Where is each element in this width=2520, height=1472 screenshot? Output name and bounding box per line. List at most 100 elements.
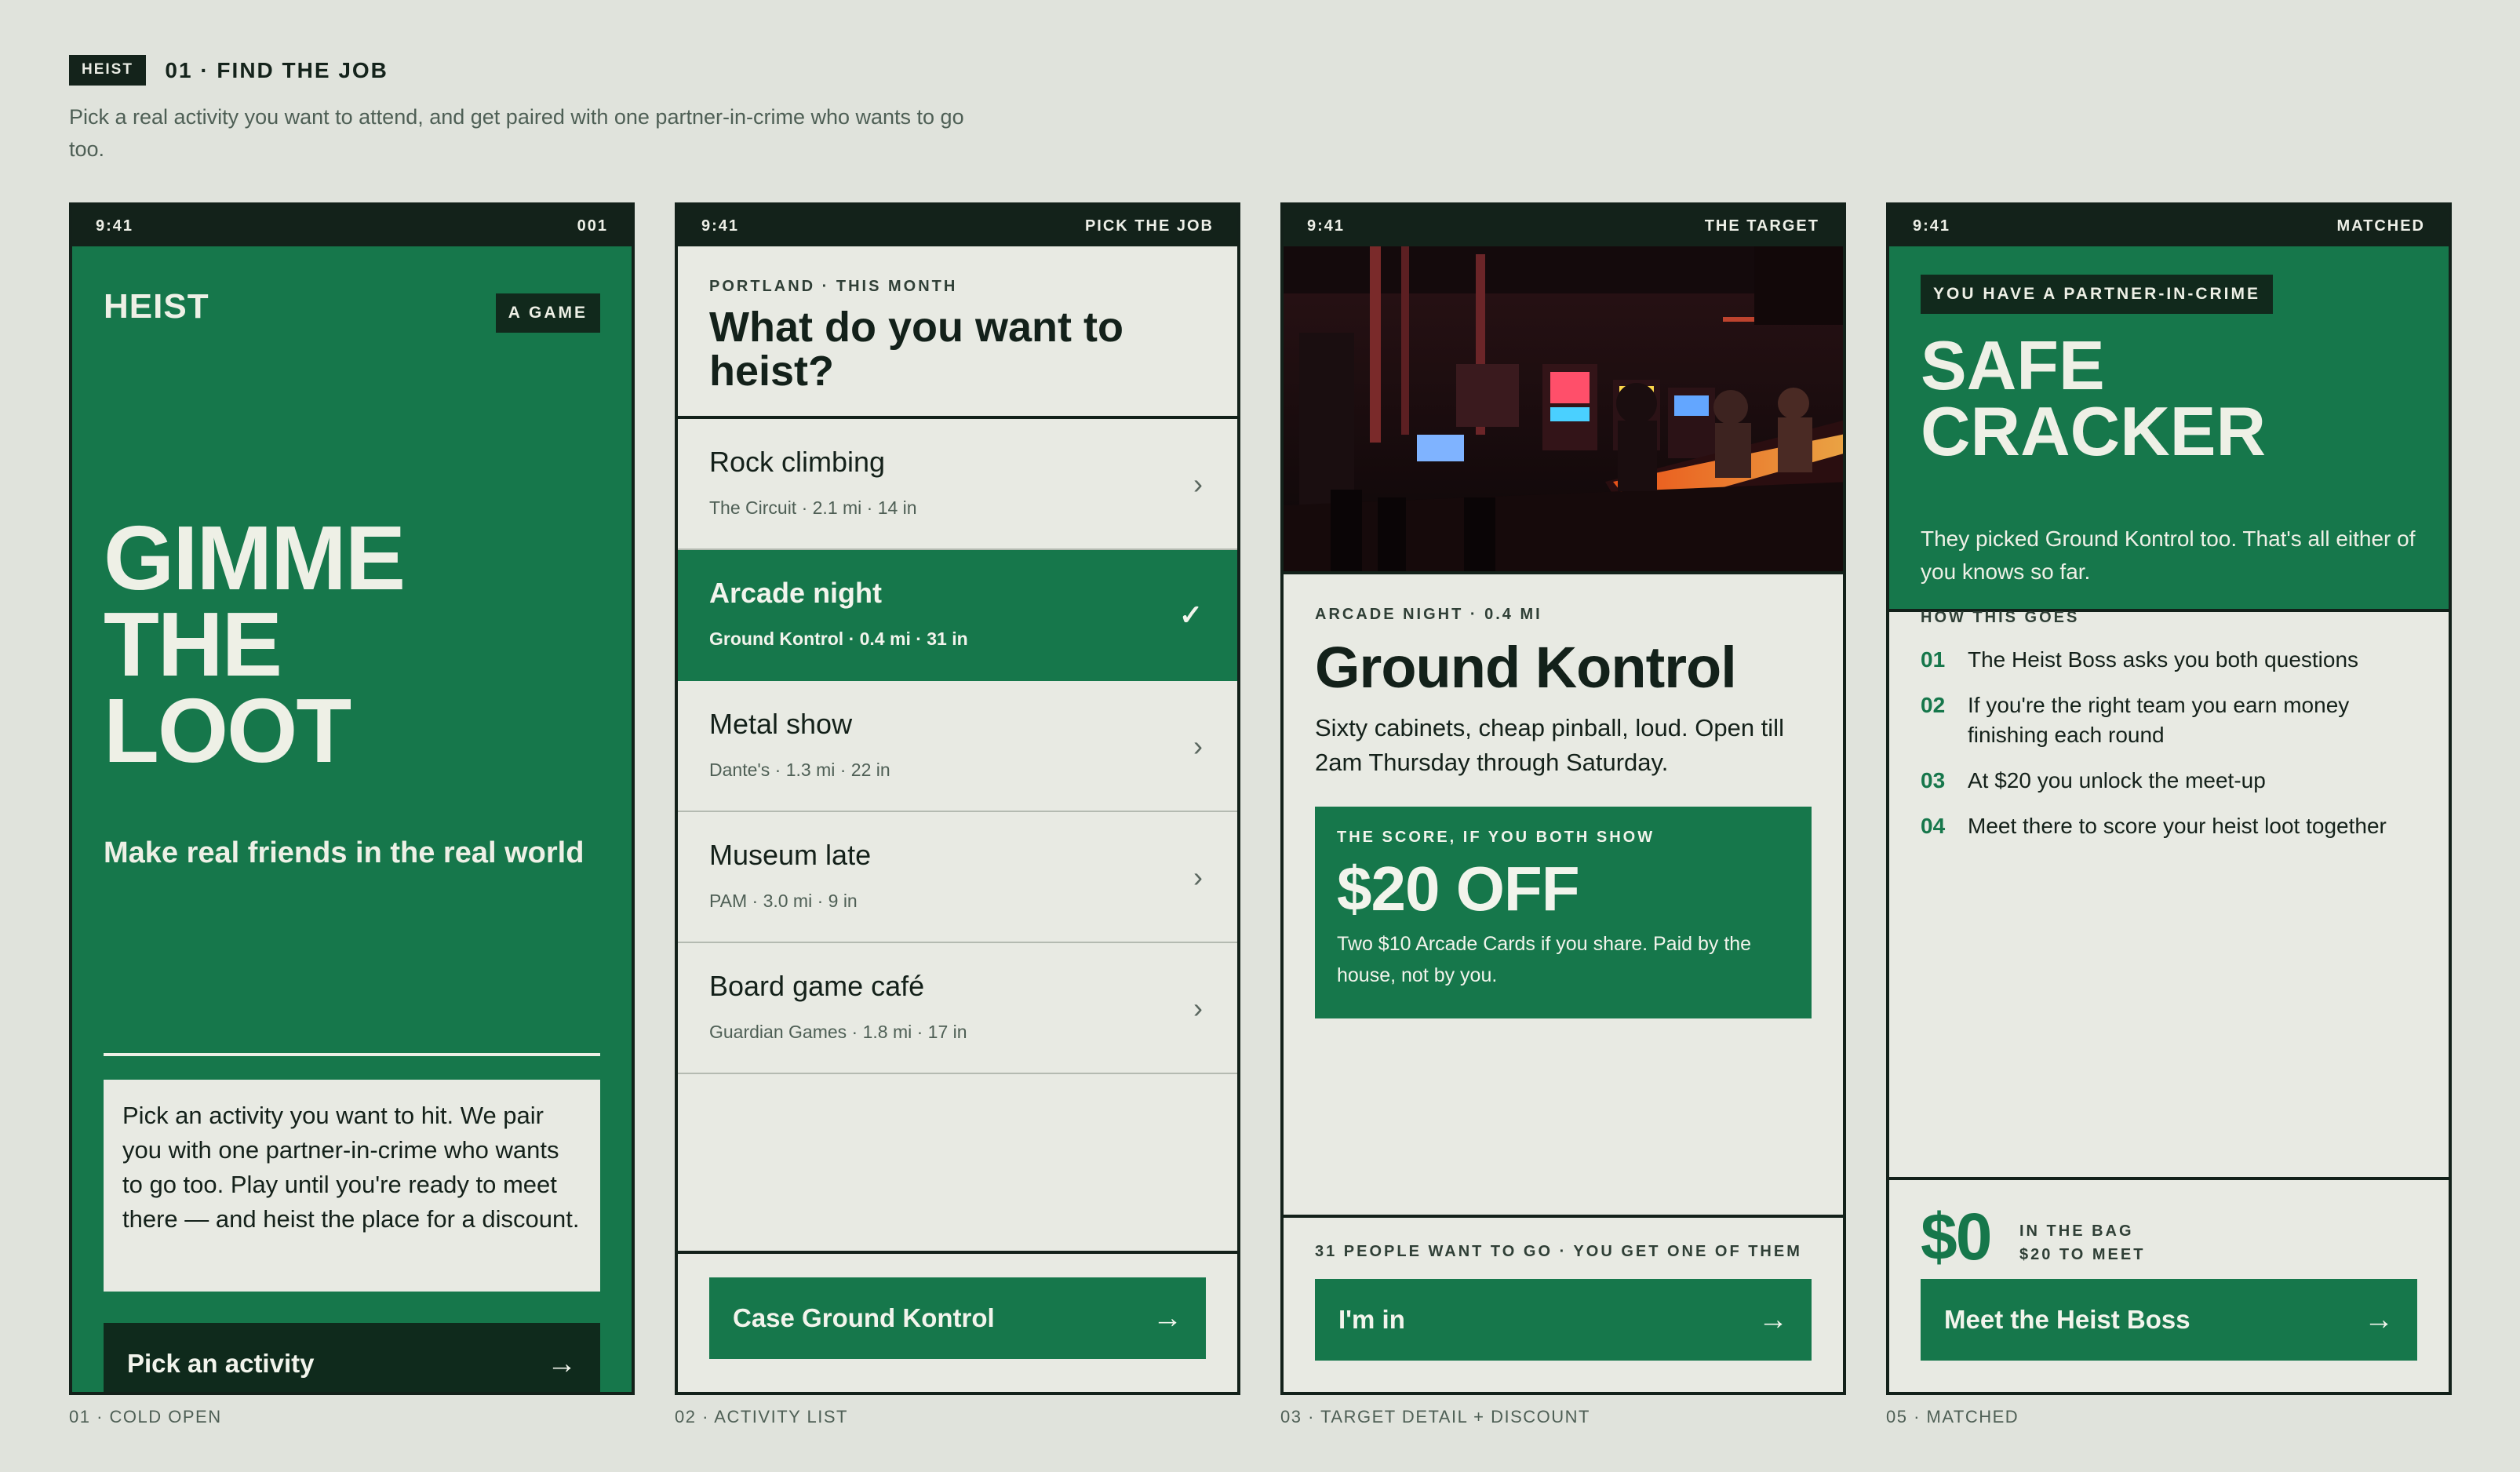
activity-item-board-game-cafe[interactable]: Board game café Guardian Games · 1.8 mi … — [678, 943, 1237, 1074]
venue-description: Sixty cabinets, cheap pinball, loud. Ope… — [1315, 714, 1784, 776]
button-label: Pick an activity — [127, 1349, 315, 1378]
status-label: MATCHED — [2336, 217, 2425, 235]
score-card: THE SCORE, IF YOU BOTH SHOW $20 OFF Two … — [1315, 807, 1812, 1018]
bag-sublabel: $20 TO MEET — [2019, 1246, 2146, 1263]
screen-caption: 01 · COLD OPEN — [69, 1407, 222, 1426]
score-text: Two $10 Arcade Cards if you share. Paid … — [1337, 933, 1752, 986]
step-text: Meet there to score your heist loot toge… — [1968, 814, 2387, 838]
step-number: 04 — [1921, 814, 1946, 838]
activity-title: Museum late — [709, 839, 872, 871]
step-text: At $20 you unlock the meet-up — [1968, 768, 2266, 792]
screen-matched: 9:41 MATCHED YOU HAVE A PARTNER-IN-CRIME… — [1886, 202, 2452, 1395]
partner-badge: YOU HAVE A PARTNER-IN-CRIME — [1921, 275, 2273, 314]
role-title: SAFE CRACKER — [1921, 331, 2266, 470]
status-time: 9:41 — [1307, 217, 1346, 235]
activity-item-museum-late[interactable]: Museum late PAM · 3.0 mi · 9 in › — [678, 812, 1237, 943]
intro-card: Pick an activity you want to hit. We pai… — [104, 1080, 600, 1292]
demand-kicker: 31 PEOPLE WANT TO GO · YOU GET ONE OF TH… — [1315, 1243, 1802, 1260]
screen-caption: 05 · MATCHED — [1886, 1407, 2019, 1426]
hero-title: GIMME THE LOOT — [104, 507, 406, 782]
role-line: CRACKER — [1921, 392, 2266, 470]
location-kicker: PORTLAND · THIS MONTH — [709, 278, 958, 295]
activity-meta: Guardian Games · 1.8 mi · 17 in — [709, 1022, 967, 1042]
list-header: PORTLAND · THIS MONTH What do you want t… — [678, 246, 1237, 419]
pick-activity-button[interactable]: Pick an activity → — [104, 1323, 600, 1392]
step-text: The Heist Boss asks you both questions — [1968, 647, 2359, 672]
status-bar: 9:41 MATCHED — [1889, 206, 2449, 246]
screen-caption: 03 · TARGET DETAIL + DISCOUNT — [1280, 1407, 1590, 1426]
page-header: HEIST 01 · FIND THE JOB Pick a real acti… — [69, 55, 1011, 166]
activity-title: Board game café — [709, 970, 925, 1002]
arcade-interior-illustration — [1284, 246, 1843, 571]
step-number: 03 — [1921, 768, 1946, 792]
screen-cold-open: 9:41 001 HEIST A GAME GIMME THE LOOT Mak… — [69, 202, 635, 1395]
venue-kicker: ARCADE NIGHT · 0.4 MI — [1315, 606, 1542, 623]
score-value: $20 OFF — [1337, 854, 1580, 924]
list-question: What do you want to heist? — [709, 304, 1123, 395]
button-label: I'm in — [1338, 1305, 1405, 1334]
activity-meta: Ground Kontrol · 0.4 mi · 31 in — [709, 629, 968, 649]
target-footer: 31 PEOPLE WANT TO GO · YOU GET ONE OF TH… — [1284, 1215, 1843, 1392]
status-label: THE TARGET — [1704, 217, 1819, 235]
brand-logo: HEIST — [104, 287, 209, 326]
steps-list: 01 The Heist Boss asks you both questions… — [1921, 645, 2402, 857]
screen-target-detail: 9:41 THE TARGET ARCADE NIGHT · 0.4 MI Gr… — [1280, 202, 1846, 1395]
page-title: 01 · FIND THE JOB — [165, 57, 388, 82]
status-time: 9:41 — [701, 217, 740, 235]
activity-list: Rock climbing The Circuit · 2.1 mi · 14 … — [678, 419, 1237, 1074]
arrow-right-icon: → — [547, 1347, 577, 1380]
step-number: 01 — [1921, 647, 1946, 672]
match-hero: YOU HAVE A PARTNER-IN-CRIME SAFE CRACKER… — [1889, 246, 2449, 612]
step-item: 04 Meet there to score your heist loot to… — [1921, 811, 2402, 841]
bag-label-group: IN THE BAG $20 TO MEET — [2019, 1219, 2145, 1266]
status-time: 9:41 — [96, 217, 134, 235]
chevron-right-icon: › — [1193, 730, 1203, 762]
chevron-right-icon: › — [1193, 992, 1203, 1024]
im-in-button[interactable]: I'm in → — [1315, 1279, 1812, 1361]
bag-label: IN THE BAG — [2019, 1222, 2134, 1240]
step-number: 02 — [1921, 693, 1946, 717]
step-item: 01 The Heist Boss asks you both questions — [1921, 645, 2402, 675]
arrow-right-icon: → — [2364, 1303, 2394, 1336]
status-bar: 9:41 THE TARGET — [1284, 206, 1843, 246]
activity-title: Arcade night — [709, 577, 883, 609]
check-icon: ✓ — [1178, 599, 1203, 631]
venue-name: Ground Kontrol — [1315, 635, 1737, 700]
activity-item-arcade-night[interactable]: Arcade night Ground Kontrol · 0.4 mi · 3… — [678, 550, 1237, 681]
chevron-right-icon: › — [1193, 468, 1203, 500]
meet-heist-boss-button[interactable]: Meet the Heist Boss → — [1921, 1279, 2417, 1361]
bag-amount: $0 — [1921, 1200, 1992, 1273]
activity-item-metal-show[interactable]: Metal show Dante's · 1.3 mi · 22 in › — [678, 681, 1237, 812]
step-item: 03 At $20 you unlock the meet-up — [1921, 766, 2402, 796]
activity-meta: Dante's · 1.3 mi · 22 in — [709, 760, 890, 780]
status-bar: 9:41 PICK THE JOB — [678, 206, 1237, 246]
status-label: 001 — [577, 217, 608, 235]
activity-title: Metal show — [709, 708, 853, 740]
step-text: If you're the right team you earn money … — [1968, 693, 2350, 747]
match-description: They picked Ground Kontrol too. That's a… — [1921, 526, 2416, 584]
match-footer: $0 IN THE BAG $20 TO MEET Meet the Heist… — [1889, 1177, 2449, 1392]
screen-caption: 02 · ACTIVITY LIST — [675, 1407, 848, 1426]
screen-activity-list: 9:41 PICK THE JOB PORTLAND · THIS MONTH … — [675, 202, 1240, 1395]
activity-meta: PAM · 3.0 mi · 9 in — [709, 891, 858, 911]
status-label: PICK THE JOB — [1084, 217, 1214, 235]
status-bar: 9:41 001 — [72, 206, 632, 246]
how-title: HOW THIS GOES — [1921, 609, 2080, 626]
hero-line: LOOT — [104, 680, 351, 782]
step-item: 02 If you're the right team you earn mone… — [1921, 690, 2402, 750]
score-kicker: THE SCORE, IF YOU BOTH SHOW — [1337, 829, 1655, 846]
arrow-right-icon: → — [1153, 1302, 1182, 1335]
list-footer: Case Ground Kontrol → — [678, 1251, 1237, 1392]
case-target-button[interactable]: Case Ground Kontrol → — [709, 1277, 1206, 1359]
button-label: Case Ground Kontrol — [733, 1303, 995, 1332]
activity-item-rock-climbing[interactable]: Rock climbing The Circuit · 2.1 mi · 14 … — [678, 419, 1237, 550]
hero-subtitle: Make real friends in the real world — [104, 836, 584, 869]
activity-meta: The Circuit · 2.1 mi · 14 in — [709, 497, 917, 518]
divider — [104, 1053, 600, 1056]
hero-line: THE — [104, 593, 282, 695]
venue-photo — [1284, 246, 1843, 574]
button-label: Meet the Heist Boss — [1944, 1305, 2190, 1334]
game-badge: A GAME — [495, 293, 600, 333]
chevron-right-icon: › — [1193, 861, 1203, 893]
hero-line: GIMME — [104, 507, 406, 609]
